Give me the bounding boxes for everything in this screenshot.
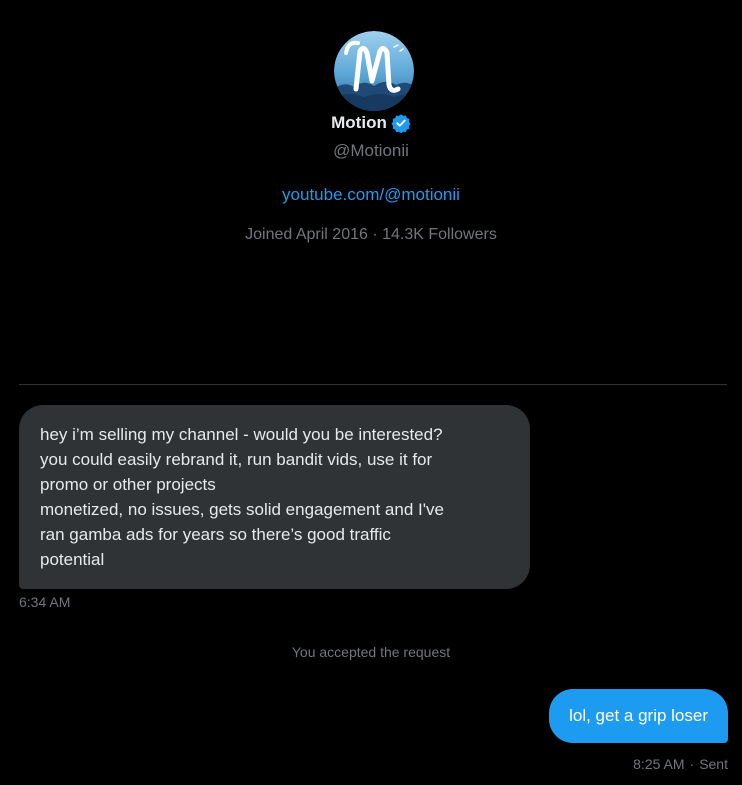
profile-meta: Joined April 2016 · 14.3K Followers (245, 226, 497, 243)
message-line: you could easily rebrand it, run bandit … (40, 450, 433, 469)
outgoing-message-time: 8:25 AM (633, 756, 685, 772)
name-row: Motion (0, 113, 742, 134)
system-note: You accepted the request (291, 644, 451, 660)
message-line: ran gamba ads for years so there’s good … (40, 525, 391, 544)
outgoing-message-status: 8:25 AM · Sent (633, 756, 728, 772)
incoming-message-time: 6:34 AM (19, 594, 71, 610)
status-separator: · (689, 756, 695, 772)
profile-link[interactable]: youtube.com/@motionii (0, 185, 742, 205)
dm-conversation: Motion @Motionii youtube.com/@motionii J… (0, 0, 742, 785)
profile-handle: @Motionii (333, 141, 409, 160)
message-line: monetized, no issues, gets solid engagem… (40, 500, 444, 519)
verified-badge-icon (391, 113, 411, 134)
profile-avatar[interactable] (334, 31, 414, 111)
message-line: promo or other projects (40, 475, 216, 494)
message-line: potential (40, 550, 105, 569)
sent-status: Sent (699, 756, 728, 772)
message-line: hey i’m selling my channel - would you b… (40, 425, 443, 444)
display-name[interactable]: Motion (331, 113, 387, 133)
outgoing-message-bubble[interactable]: lol, get a grip loser (549, 689, 728, 743)
divider (19, 384, 727, 385)
avatar-m-logo-icon (334, 31, 414, 111)
incoming-message-bubble[interactable]: hey i’m selling my channel - would you b… (19, 405, 530, 589)
